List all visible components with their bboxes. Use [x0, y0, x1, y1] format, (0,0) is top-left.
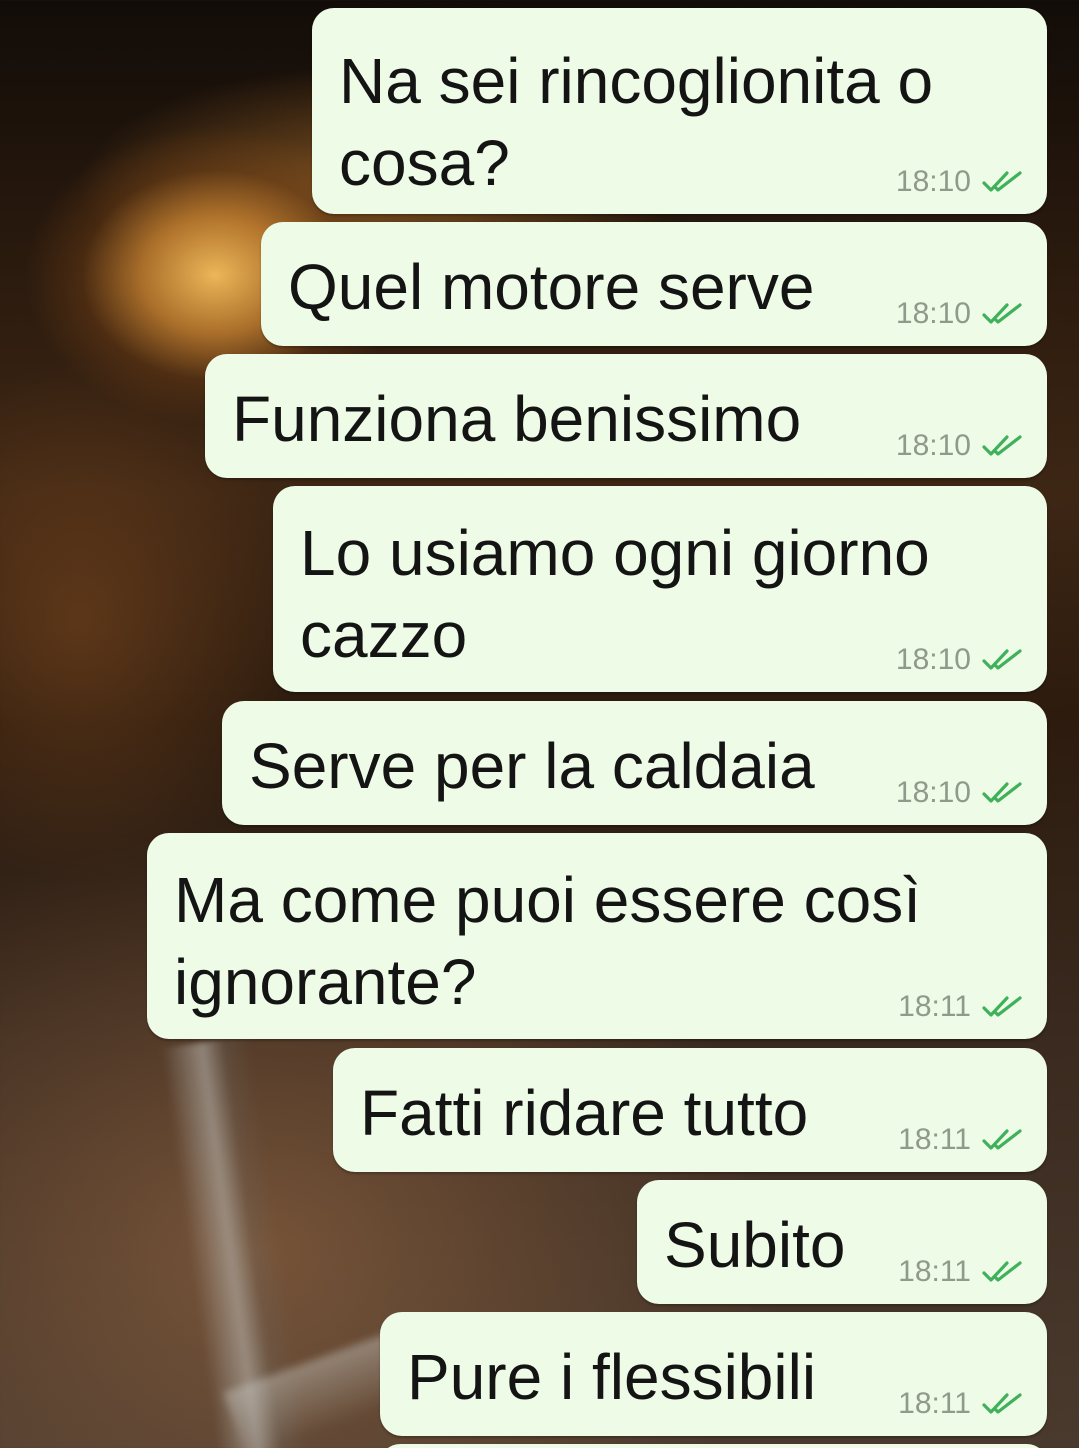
message-time: 18:10 [895, 297, 971, 330]
message-text: Pure i flessibili [407, 1341, 817, 1413]
message-text: Ma come puoi essere così ignorante? [174, 864, 921, 1018]
message-time: 18:10 [895, 429, 971, 462]
message-meta: 18:11 [898, 1252, 1025, 1292]
outgoing-message[interactable]: Pure i flessibili 18:11 [380, 1312, 1047, 1436]
message-text: Quel motore serve [288, 251, 815, 323]
message-meta: 18:10 [896, 426, 1025, 466]
outgoing-message[interactable]: Funziona benissimo 18:10 [205, 354, 1047, 478]
double-check-icon [981, 433, 1025, 459]
double-check-icon [981, 994, 1025, 1020]
double-check-icon [981, 169, 1025, 195]
message-time: 18:10 [895, 643, 971, 676]
message-meta: 18:10 [896, 294, 1025, 334]
message-time: 18:11 [898, 1123, 971, 1156]
outgoing-message-partial[interactable] [380, 1444, 1047, 1448]
outgoing-message[interactable]: Quel motore serve 18:10 [261, 222, 1047, 346]
message-meta: 18:11 [898, 1120, 1025, 1160]
message-text: Subito [664, 1209, 846, 1281]
message-time: 18:10 [895, 165, 971, 198]
message-time: 18:11 [898, 990, 971, 1023]
message-meta: 18:10 [896, 773, 1025, 813]
outgoing-message[interactable]: Na sei rincoglionita o cosa? 18:10 [312, 8, 1047, 214]
outgoing-message[interactable]: Serve per la caldaia 18:10 [222, 701, 1047, 825]
message-text: Fatti ridare tutto [360, 1077, 809, 1149]
outgoing-message[interactable]: Ma come puoi essere così ignorante? 18:1… [147, 833, 1047, 1039]
message-meta: 18:11 [898, 987, 1025, 1027]
message-meta: 18:11 [898, 1384, 1025, 1424]
outgoing-message[interactable]: Lo usiamo ogni giorno cazzo 18:10 [273, 486, 1047, 692]
double-check-icon [981, 1127, 1025, 1153]
outgoing-message[interactable]: Subito 18:11 [637, 1180, 1047, 1304]
message-meta: 18:10 [896, 640, 1025, 680]
double-check-icon [981, 780, 1025, 806]
double-check-icon [981, 1391, 1025, 1417]
message-meta: 18:10 [896, 162, 1025, 202]
message-time: 18:11 [898, 1387, 971, 1420]
message-text: Serve per la caldaia [249, 730, 815, 802]
message-time: 18:11 [898, 1255, 971, 1288]
double-check-icon [981, 301, 1025, 327]
outgoing-message[interactable]: Fatti ridare tutto 18:11 [333, 1048, 1047, 1172]
double-check-icon [981, 647, 1025, 673]
message-text: Funziona benissimo [232, 383, 802, 455]
message-time: 18:10 [895, 776, 971, 809]
chat-message-list[interactable]: Na sei rincoglionita o cosa? 18:10 Quel … [0, 0, 1079, 1448]
double-check-icon [981, 1259, 1025, 1285]
